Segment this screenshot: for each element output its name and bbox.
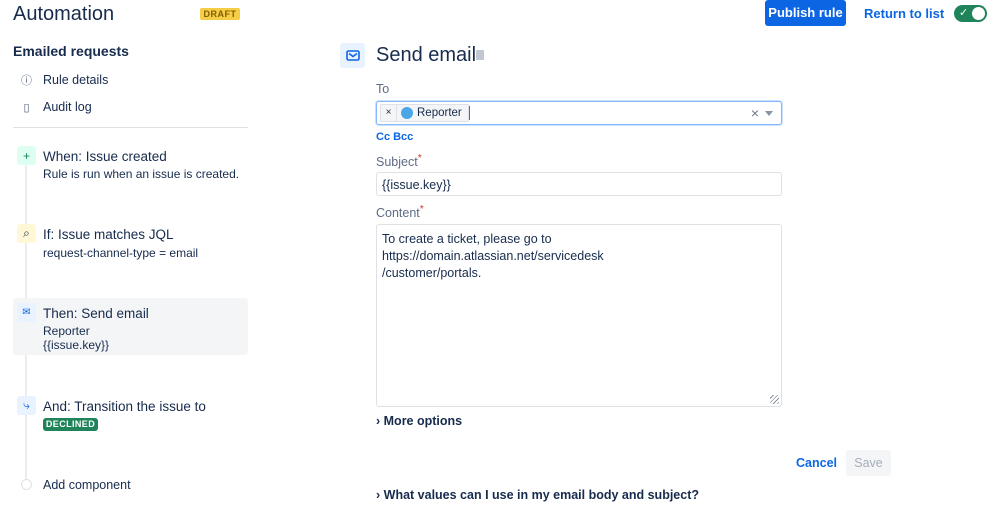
avatar: [401, 107, 413, 119]
rule-enabled-toggle[interactable]: ✓: [954, 5, 987, 22]
app-title: Automation: [13, 3, 115, 25]
trash-icon[interactable]: [476, 50, 484, 60]
to-field[interactable]: × Reporter ×: [376, 101, 782, 125]
subject-label: Subject*: [376, 153, 422, 170]
status-badge: DECLINED: [43, 418, 98, 431]
mail-icon: [340, 43, 365, 68]
mail-icon: ✉: [17, 303, 36, 322]
content-text: To create a ticket, please go to https:/…: [382, 232, 604, 280]
plus-icon: +: [17, 146, 36, 165]
check-icon: ✓: [959, 7, 969, 19]
remove-icon[interactable]: ×: [381, 105, 397, 121]
cancel-button[interactable]: Cancel: [796, 456, 837, 470]
step-desc: {{issue.key}}: [43, 338, 110, 352]
nav-label: Rule details: [43, 73, 109, 87]
step-transition[interactable]: And: Transition the issue to: [43, 399, 206, 414]
add-circle-icon: [21, 479, 32, 490]
save-button[interactable]: Save: [846, 450, 891, 476]
transition-icon: ⤷: [17, 396, 36, 415]
nav-label: Audit log: [43, 100, 92, 114]
step-action[interactable]: Then: Send email: [43, 306, 149, 321]
recipient-chip: × Reporter: [380, 104, 469, 122]
content-label: Content*: [376, 204, 424, 221]
help-values-toggle[interactable]: › What values can I use in my email body…: [376, 488, 699, 502]
step-condition[interactable]: If: Issue matches JQL: [43, 227, 174, 242]
step-desc: request-channel-type = email: [43, 246, 199, 260]
publish-rule-button[interactable]: Publish rule: [765, 0, 846, 26]
to-label: To: [376, 82, 390, 96]
cc-bcc-link[interactable]: Cc Bcc: [376, 131, 413, 143]
search-icon: ⌕: [17, 224, 36, 243]
chevron-down-icon[interactable]: [765, 111, 773, 116]
rule-name: Emailed requests: [13, 43, 129, 59]
clear-icon[interactable]: ×: [751, 105, 759, 121]
step-desc: Rule is run when an issue is created.: [43, 167, 240, 181]
draft-badge: DRAFT: [200, 8, 240, 20]
more-options-toggle[interactable]: › More options: [376, 414, 462, 428]
chip-label: Reporter: [417, 107, 462, 119]
step-trigger[interactable]: When: Issue created: [43, 149, 167, 164]
subject-input[interactable]: {{issue.key}}: [376, 172, 782, 196]
nav-rule-details[interactable]: ⓘ Rule details: [20, 72, 108, 88]
panel-title: Send email: [376, 44, 477, 66]
nav-audit-log[interactable]: ▯ Audit log: [20, 100, 92, 114]
step-desc: Reporter: [43, 324, 90, 338]
info-icon: ⓘ: [21, 75, 32, 87]
document-icon: ▯: [23, 101, 30, 114]
resize-handle[interactable]: [770, 395, 779, 404]
divider: [13, 127, 248, 128]
return-to-list-link[interactable]: Return to list: [864, 6, 944, 21]
content-textarea[interactable]: To create a ticket, please go to https:/…: [376, 224, 782, 407]
add-component[interactable]: Add component: [43, 478, 131, 492]
